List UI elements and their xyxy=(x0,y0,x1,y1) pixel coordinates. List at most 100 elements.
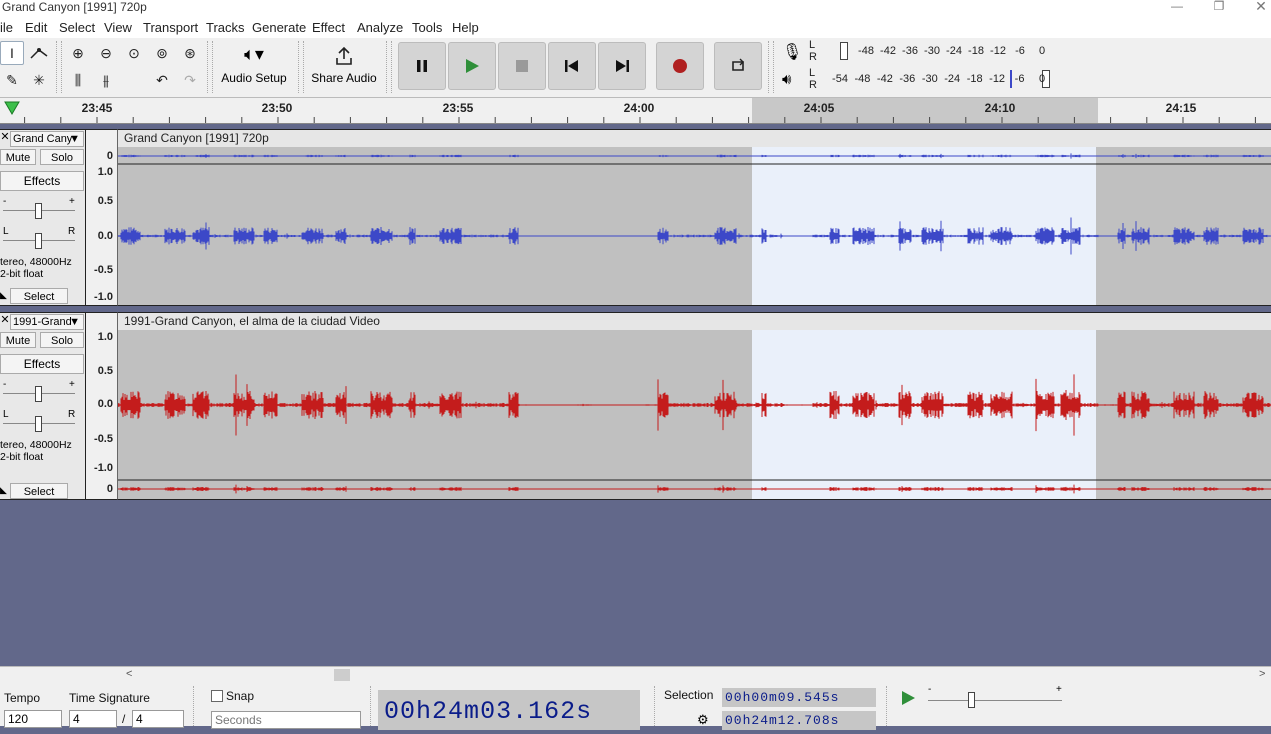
draw-tool-icon[interactable]: ✎ xyxy=(0,68,24,92)
horizontal-scrollbar[interactable]: < > xyxy=(0,666,1271,682)
zoom-out-icon[interactable]: ⊖ xyxy=(94,41,118,65)
gain-slider[interactable] xyxy=(35,203,42,219)
tempo-input[interactable]: 120 xyxy=(4,710,62,728)
menu-tools[interactable]: Tools xyxy=(412,20,442,35)
track-waveform-area[interactable]: Grand Canyon [1991] 720p xyxy=(118,129,1271,306)
play-meter-l: L xyxy=(809,67,816,79)
play-speed-slider[interactable] xyxy=(968,692,975,708)
track-name-menu[interactable]: 1991-Grand ▼ xyxy=(10,314,84,330)
timeline-ruler[interactable]: 23:45 23:50 23:55 24:00 24:05 24:10 24:1… xyxy=(0,98,1271,124)
ruler-ticks xyxy=(24,117,1256,123)
waveform-samples-secondary xyxy=(118,484,1271,494)
zoom-toggle-icon[interactable]: ⊛ xyxy=(178,41,202,65)
mute-button[interactable]: Mute xyxy=(0,332,36,348)
minimize-icon[interactable]: — xyxy=(1162,0,1192,14)
skip-end-button[interactable] xyxy=(598,42,646,90)
pan-slider[interactable] xyxy=(35,233,42,249)
share-audio-label: Share Audio xyxy=(311,71,377,85)
selection-tool-icon[interactable]: I xyxy=(0,41,24,65)
play-at-speed-icon[interactable] xyxy=(900,690,916,706)
toolbar-grip[interactable] xyxy=(56,41,62,93)
snap-checkbox[interactable] xyxy=(211,690,223,702)
track-vertical-ruler[interactable]: 1.0 0.5 0.0 -0.5 -1.0 0 xyxy=(86,312,118,500)
menu-select[interactable]: Select xyxy=(59,20,95,35)
track-format: tereo, 48000Hz xyxy=(0,439,72,451)
clip-title[interactable]: 1991-Grand Canyon, el alma de la ciudad … xyxy=(118,313,1271,330)
play-button[interactable] xyxy=(448,42,496,90)
menu-generate[interactable]: Generate xyxy=(252,20,306,35)
track-name-menu[interactable]: Grand Cany ▼ xyxy=(10,131,84,147)
menu-file[interactable]: ile xyxy=(0,20,13,35)
fit-project-icon[interactable]: ⊚ xyxy=(150,41,174,65)
pan-left-label: L xyxy=(3,409,9,420)
vruler-label: 0.5 xyxy=(97,195,113,207)
multi-tool-icon[interactable]: ✳ xyxy=(27,68,51,92)
scroll-right-icon[interactable]: > xyxy=(1259,668,1265,680)
pin-playhead-icon[interactable] xyxy=(4,101,20,115)
playback-speaker-icon[interactable]: 🔊︎ xyxy=(782,71,791,88)
track-close-icon[interactable]: ✕ xyxy=(0,130,10,146)
zoom-in-icon[interactable]: ⊕ xyxy=(66,41,90,65)
track-format: tereo, 48000Hz xyxy=(0,256,72,268)
select-track-button[interactable]: Select xyxy=(10,288,68,304)
skip-start-button[interactable] xyxy=(548,42,596,90)
record-icon xyxy=(673,59,687,73)
skip-end-icon xyxy=(616,60,629,72)
select-track-button[interactable]: Select xyxy=(10,483,68,499)
effects-button[interactable]: Effects xyxy=(0,171,84,191)
microphone-icon[interactable]: 🎙︎ xyxy=(782,42,802,62)
menu-transport[interactable]: Transport xyxy=(143,20,198,35)
mute-button[interactable]: Mute xyxy=(0,149,36,165)
trim-audio-icon[interactable]: ⫼ xyxy=(66,68,90,92)
menu-tracks[interactable]: Tracks xyxy=(206,20,245,35)
scroll-left-icon[interactable]: < xyxy=(126,668,132,680)
share-audio-button[interactable]: Share Audio xyxy=(308,40,380,92)
pause-button[interactable] xyxy=(398,42,446,90)
time-signature-numerator[interactable]: 4 xyxy=(69,710,117,728)
menu-analyze[interactable]: Analyze xyxy=(357,20,403,35)
toolbar-grip[interactable] xyxy=(207,41,213,93)
fit-selection-icon[interactable]: ⊙ xyxy=(122,41,146,65)
selection-start-display[interactable]: 00h00m09.545s xyxy=(722,688,876,707)
gain-slider[interactable] xyxy=(35,386,42,402)
effects-button[interactable]: Effects xyxy=(0,354,84,374)
gain-minus: - xyxy=(3,379,7,390)
record-button[interactable] xyxy=(656,42,704,90)
clip-title[interactable]: Grand Canyon [1991] 720p xyxy=(118,130,1271,147)
toolbar-grip[interactable] xyxy=(386,41,392,93)
meter-scale-label: -12 xyxy=(989,73,1006,85)
undo-icon[interactable]: ↶ xyxy=(150,68,174,92)
snap-unit-select[interactable]: Seconds xyxy=(211,711,361,729)
time-signature-denominator[interactable]: 4 xyxy=(132,710,184,728)
scroll-thumb[interactable] xyxy=(334,669,350,681)
track-vertical-ruler[interactable]: 0 1.0 0.5 0.0 -0.5 -1.0 xyxy=(86,129,118,306)
playback-meter[interactable]: -54 -48 -42 -36 -30 -24 -18 -12 -6 0 xyxy=(820,68,1052,92)
pan-slider[interactable] xyxy=(35,416,42,432)
track-close-icon[interactable]: ✕ xyxy=(0,313,10,329)
restore-icon[interactable]: ❐ xyxy=(1204,0,1234,14)
toolbar-grip[interactable] xyxy=(768,41,774,93)
speed-slider-track xyxy=(928,700,1062,701)
silence-audio-icon[interactable]: ⫵ xyxy=(94,68,118,92)
envelope-tool-icon[interactable] xyxy=(27,41,51,65)
menu-help[interactable]: Help xyxy=(452,20,479,35)
record-meter[interactable]: -48 -42 -36 -30 -24 -18 -12 -6 0 xyxy=(820,40,1052,64)
redo-icon[interactable]: ↷ xyxy=(178,68,202,92)
audio-setup-button[interactable]: 🔈︎▾ Audio Setup xyxy=(216,40,292,92)
selection-end-display[interactable]: 00h24m12.708s xyxy=(722,711,876,730)
pause-icon xyxy=(417,60,427,72)
collapse-icon[interactable]: ◣ xyxy=(0,485,10,499)
track-waveform-area[interactable]: 1991-Grand Canyon, el alma de la ciudad … xyxy=(118,312,1271,500)
solo-button[interactable]: Solo xyxy=(40,332,84,348)
menu-effect[interactable]: Effect xyxy=(312,20,345,35)
solo-button[interactable]: Solo xyxy=(40,149,84,165)
audio-position-display[interactable]: 00h24m03.162s xyxy=(378,690,640,730)
menu-view[interactable]: View xyxy=(104,20,132,35)
loop-button[interactable] xyxy=(714,42,762,90)
menu-edit[interactable]: Edit xyxy=(25,20,47,35)
close-icon[interactable]: ✕ xyxy=(1246,0,1271,14)
toolbar-grip[interactable] xyxy=(298,41,304,93)
collapse-icon[interactable]: ◣ xyxy=(0,290,10,304)
audio-setup-label: Audio Setup xyxy=(221,71,287,85)
stop-button[interactable] xyxy=(498,42,546,90)
